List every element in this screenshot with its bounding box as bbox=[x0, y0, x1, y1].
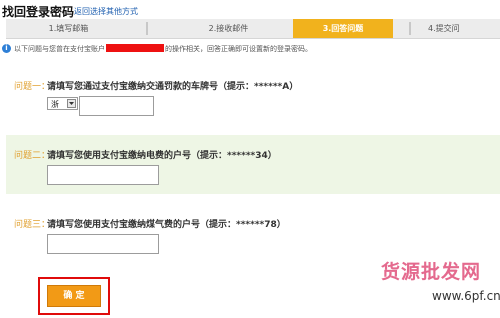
progress-steps: 1.填写邮箱 2.接收邮件 3.回答问题 4.提交问 bbox=[6, 19, 500, 39]
choose-other-method-link[interactable]: 返回选择其他方式 bbox=[74, 6, 138, 17]
province-select[interactable]: 浙 bbox=[47, 97, 78, 110]
step-divider bbox=[409, 22, 411, 35]
question-1-text: 请填写您通过支付宝缴纳交通罚款的车牌号（提示：******A） bbox=[47, 82, 299, 92]
chevron-down-icon[interactable] bbox=[67, 99, 76, 108]
step-submit: 4.提交问 bbox=[428, 24, 460, 33]
watermark-logo: 货源批发网 bbox=[381, 261, 482, 283]
question-1-label: 问题一： bbox=[14, 82, 51, 92]
question-3: 问题三： 请填写您使用支付宝缴纳煤气费的户号（提示：******78） bbox=[6, 204, 500, 262]
step-receive-mail: 2.接收邮件 bbox=[208, 24, 249, 33]
province-select-value: 浙 bbox=[51, 100, 59, 109]
redacted-account bbox=[106, 44, 164, 52]
confirm-button-highlight: 确 定 bbox=[38, 277, 110, 315]
question-3-text: 请填写您使用支付宝缴纳煤气费的户号（提示：******78） bbox=[47, 220, 286, 230]
page-header: 找回登录密码 返回选择其他方式 bbox=[0, 0, 500, 20]
info-text: 以下问题与您曾在支付宝账户 的操作相关，回答正确即可设置新的登录密码。 bbox=[14, 44, 312, 54]
step-divider bbox=[146, 22, 148, 35]
info-icon: i bbox=[2, 44, 11, 53]
info-text-before: 以下问题与您曾在支付宝账户 bbox=[14, 45, 105, 53]
question-2: 问题二： 请填写您使用支付宝缴纳电费的户号（提示：******34） bbox=[6, 135, 500, 194]
question-2-label: 问题二： bbox=[14, 151, 51, 161]
step-fill-email: 1.填写邮箱 bbox=[48, 24, 89, 33]
info-notice: i 以下问题与您曾在支付宝账户 的操作相关，回答正确即可设置新的登录密码。 bbox=[0, 43, 500, 55]
question-3-label: 问题三： bbox=[14, 220, 51, 230]
question-1: 问题一： 请填写您通过支付宝缴纳交通罚款的车牌号（提示：******A） 浙 bbox=[6, 63, 500, 123]
gas-account-input[interactable] bbox=[47, 234, 159, 254]
info-text-after: 的操作相关，回答正确即可设置新的登录密码。 bbox=[165, 45, 312, 53]
watermark-url: www.6pf.cn bbox=[432, 289, 500, 303]
confirm-button[interactable]: 确 定 bbox=[47, 285, 101, 307]
page-title: 找回登录密码 bbox=[2, 5, 75, 19]
step-answer-questions: 3.回答问题 bbox=[293, 19, 393, 38]
electricity-account-input[interactable] bbox=[47, 165, 159, 185]
plate-number-input[interactable] bbox=[79, 96, 154, 116]
question-2-text: 请填写您使用支付宝缴纳电费的户号（提示：******34） bbox=[47, 151, 277, 161]
